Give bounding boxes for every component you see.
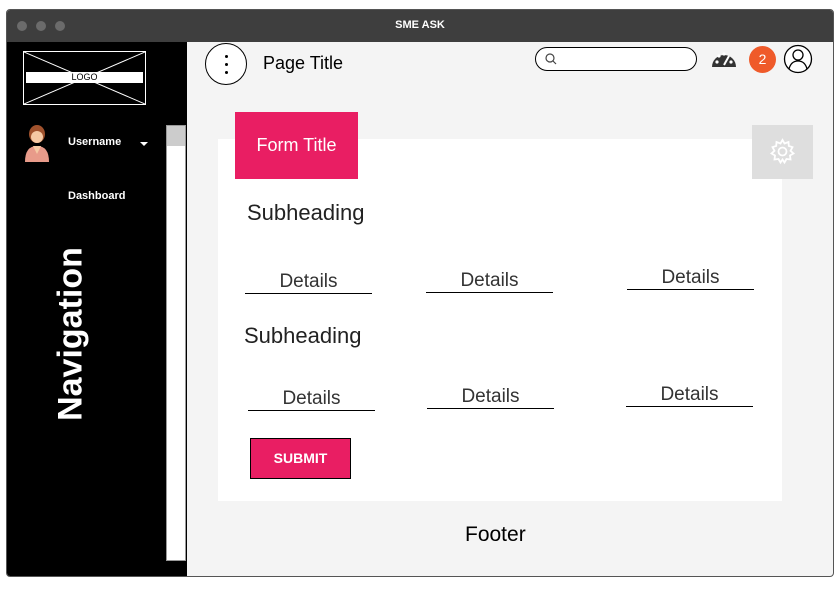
gear-icon <box>769 138 796 165</box>
gauge-icon[interactable] <box>711 49 737 69</box>
title-bar: SME ASK <box>7 10 833 42</box>
logo-placeholder: LOGO <box>23 51 146 105</box>
avatar[interactable] <box>23 124 51 162</box>
sidebar-scrollbar[interactable] <box>166 125 186 561</box>
details-field[interactable]: Details <box>626 384 753 407</box>
username-label[interactable]: Username <box>68 136 121 148</box>
search-icon <box>545 53 557 65</box>
kebab-menu-icon <box>225 55 228 58</box>
notification-badge[interactable]: 2 <box>749 46 776 73</box>
scrollbar-thumb[interactable] <box>167 126 185 146</box>
details-field[interactable]: Details <box>427 386 554 409</box>
page-title: Page Title <box>263 53 344 73</box>
details-field[interactable]: Details <box>248 388 375 411</box>
sidebar-item-dashboard[interactable]: Dashboard <box>68 190 125 202</box>
kebab-dot <box>225 63 228 66</box>
search-input[interactable] <box>535 47 697 71</box>
kebab-menu-button[interactable] <box>205 43 247 85</box>
navigation-heading: Navigation <box>51 234 91 434</box>
details-field[interactable]: Details <box>627 267 754 290</box>
subheading-2: Subheading <box>244 323 362 348</box>
subheading-1: Subheading <box>247 200 365 225</box>
details-field[interactable]: Details <box>245 271 372 294</box>
form-title: Form Title <box>235 112 358 179</box>
details-field[interactable]: Details <box>426 270 553 293</box>
sidebar: LOGO Username Dashboard Navigation <box>7 42 187 576</box>
window-title: SME ASK <box>395 19 445 31</box>
caret-down-icon[interactable] <box>140 142 148 146</box>
footer-text: Footer <box>465 523 526 546</box>
settings-button[interactable] <box>752 125 813 179</box>
logo-label: LOGO <box>26 72 143 83</box>
submit-button[interactable]: SUBMIT <box>250 438 351 479</box>
navigation-label: Navigation <box>51 247 90 421</box>
user-icon[interactable] <box>783 44 813 74</box>
kebab-dot <box>225 71 228 74</box>
